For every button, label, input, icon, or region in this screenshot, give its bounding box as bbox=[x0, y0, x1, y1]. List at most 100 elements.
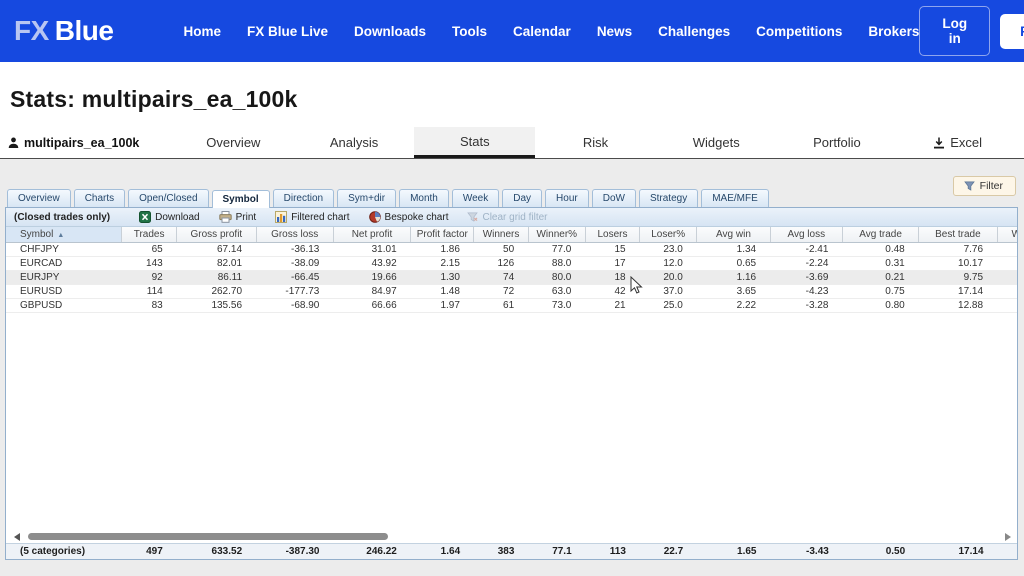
table-row-eurcad[interactable]: EURCAD 143 82.01 -38.09 43.92 2.15 126 88.0 17 12… bbox=[6, 256, 1017, 271]
cell-eurusd-profit-factor: 1.48 bbox=[410, 284, 474, 299]
subtab-charts[interactable]: Charts bbox=[73, 189, 126, 207]
column-header-gross-loss[interactable]: Gross loss bbox=[256, 227, 334, 243]
cell-chfjpy-symbol: CHFJPY bbox=[6, 242, 122, 257]
column-header-profit-factor[interactable]: Profit factor bbox=[410, 227, 475, 243]
cell-eurjpy-profit-factor: 1.30 bbox=[410, 270, 474, 285]
column-header-avg-loss[interactable]: Avg loss bbox=[770, 227, 843, 243]
cell-chfjpy-gross-profit: 67.14 bbox=[176, 242, 257, 257]
subtab-row: Overview Charts Open/Closed Symbol Direction… bbox=[5, 176, 1018, 208]
nav-link-calendar[interactable]: Calendar bbox=[513, 24, 571, 39]
account-name-tab[interactable]: multipairs_ea_100k bbox=[8, 127, 173, 158]
cell-chfjpy-worst-trade bbox=[997, 242, 1017, 257]
cell-gbpusd-avg-trade: 0.80 bbox=[842, 298, 919, 313]
fxblue-logo[interactable]: FX Blue bbox=[14, 15, 114, 47]
subtab-open-closed[interactable]: Open/Closed bbox=[128, 189, 209, 207]
tab-widgets[interactable]: Widgets bbox=[656, 127, 777, 158]
total-loser: 22.7 bbox=[663, 546, 684, 557]
column-header-loser[interactable]: Loser% bbox=[639, 227, 698, 243]
nav-link-downloads[interactable]: Downloads bbox=[354, 24, 426, 39]
tab-risk[interactable]: Risk bbox=[535, 127, 656, 158]
nav-link-competitions[interactable]: Competitions bbox=[756, 24, 842, 39]
logo-blue-text: Blue bbox=[54, 15, 114, 46]
nav-link-fx-blue-live[interactable]: FX Blue Live bbox=[247, 24, 328, 39]
subtab-symbol[interactable]: Symbol bbox=[211, 190, 270, 208]
scroll-left-arrow-icon[interactable] bbox=[14, 533, 20, 541]
cell-eurjpy-symbol: EURJPY bbox=[6, 270, 122, 285]
cell-chfjpy-losers: 15 bbox=[585, 242, 640, 257]
nav-link-home[interactable]: Home bbox=[183, 24, 221, 39]
scrollbar-thumb[interactable] bbox=[28, 533, 388, 540]
cell-eurcad-loser: 12.0 bbox=[639, 256, 697, 271]
clear-grid-filter-button[interactable]: Clear grid filter bbox=[467, 212, 548, 223]
print-button[interactable]: Print bbox=[218, 211, 256, 223]
subtab-strategy[interactable]: Strategy bbox=[638, 189, 699, 207]
horizontal-scrollbar[interactable] bbox=[8, 532, 1015, 542]
nav-link-brokers[interactable]: Brokers bbox=[868, 24, 919, 39]
subtab-month[interactable]: Month bbox=[399, 189, 449, 207]
column-header-gross-profit[interactable]: Gross profit bbox=[176, 227, 257, 243]
column-header-avg-win[interactable]: Avg win bbox=[696, 227, 771, 243]
subtab-day[interactable]: Day bbox=[502, 189, 543, 207]
download-button[interactable]: Download bbox=[139, 211, 200, 223]
cell-gbpusd-avg-win: 2.22 bbox=[696, 298, 771, 313]
column-header-winner[interactable]: Winner% bbox=[528, 227, 586, 243]
cell-eurcad-profit-factor: 2.15 bbox=[410, 256, 474, 271]
cell-eurcad-avg-win: 0.65 bbox=[696, 256, 771, 271]
nav-link-tools[interactable]: Tools bbox=[452, 24, 487, 39]
column-header-trades[interactable]: Trades bbox=[121, 227, 178, 243]
column-header-worst-trade[interactable]: Worst trade bbox=[997, 227, 1017, 243]
scroll-right-arrow-icon[interactable] bbox=[1005, 533, 1011, 541]
content-area: Overview Charts Open/Closed Symbol Direction… bbox=[0, 159, 1024, 560]
cell-eurjpy-avg-trade: 0.21 bbox=[842, 270, 919, 285]
cell-eurusd-avg-loss: -4.23 bbox=[770, 284, 843, 299]
column-header-symbol[interactable]: Symbol ▲ bbox=[6, 227, 122, 243]
subtab-hour[interactable]: Hour bbox=[545, 189, 589, 207]
subtab-sym-dir[interactable]: Sym+dir bbox=[337, 189, 397, 207]
table-row-gbpusd[interactable]: GBPUSD 83 135.56 -68.90 66.66 1.97 61 73.0 21 25.… bbox=[6, 298, 1017, 313]
subtab-dow[interactable]: DoW bbox=[591, 189, 636, 207]
filter-button[interactable]: Filter bbox=[952, 176, 1016, 196]
clear-filter-icon bbox=[467, 212, 479, 222]
subtab-week[interactable]: Week bbox=[451, 189, 500, 207]
column-header-losers[interactable]: Losers bbox=[585, 227, 641, 243]
cell-eurcad-winner: 88.0 bbox=[528, 256, 586, 271]
column-header-best-trade[interactable]: Best trade bbox=[918, 227, 998, 243]
total-worst-trade bbox=[998, 544, 1017, 559]
table-header-row: Symbol ▲ Trades Gross profit Gross loss Net p… bbox=[6, 227, 1017, 243]
top-navigation: FX Blue Home FX Blue Live Downloads Tools Cal… bbox=[0, 0, 1024, 62]
bespoke-chart-button[interactable]: Bespoke chart bbox=[368, 211, 448, 223]
table-row-chfjpy[interactable]: CHFJPY 65 67.14 -36.13 31.01 1.86 50 77.0 15 23.0… bbox=[6, 242, 1017, 257]
login-button[interactable]: Log in bbox=[919, 6, 991, 56]
total-winners: 383 bbox=[497, 546, 515, 557]
subtab-overview[interactable]: Overview bbox=[7, 189, 71, 207]
table-row-eurusd[interactable]: EURUSD 114 262.70 -177.73 84.97 1.48 72 63.0 42 3… bbox=[6, 284, 1017, 299]
column-header-winners[interactable]: Winners bbox=[473, 227, 529, 243]
subtab-mae-mfe[interactable]: MAE/MFE bbox=[701, 189, 769, 207]
total-trades: 497 bbox=[146, 546, 163, 557]
filter-label: Filter bbox=[979, 180, 1003, 192]
tab-excel[interactable]: Excel bbox=[897, 127, 1018, 158]
cell-eurcad-avg-trade: 0.31 bbox=[842, 256, 919, 271]
nav-link-news[interactable]: News bbox=[597, 24, 632, 39]
filtered-chart-label: Filtered chart bbox=[291, 211, 350, 223]
cell-chfjpy-loser: 23.0 bbox=[639, 242, 697, 257]
tab-portfolio[interactable]: Portfolio bbox=[777, 127, 898, 158]
cell-eurcad-gross-loss: -38.09 bbox=[256, 256, 334, 271]
register-button[interactable]: Register bbox=[1000, 13, 1024, 49]
filtered-chart-button[interactable]: Filtered chart bbox=[275, 211, 350, 223]
column-header-avg-trade[interactable]: Avg trade bbox=[842, 227, 920, 243]
cell-eurusd-best-trade: 17.14 bbox=[918, 284, 998, 299]
cell-eurusd-gross-profit: 262.70 bbox=[176, 284, 257, 299]
tab-overview[interactable]: Overview bbox=[173, 127, 294, 158]
nav-link-challenges[interactable]: Challenges bbox=[658, 24, 730, 39]
main-tabs: Overview Analysis Stats Risk Widgets Portfoli… bbox=[173, 127, 1018, 158]
cell-eurjpy-winners: 74 bbox=[473, 270, 529, 285]
cell-eurjpy-losers: 18 bbox=[585, 270, 640, 285]
tab-analysis[interactable]: Analysis bbox=[294, 127, 415, 158]
table-row-eurjpy[interactable]: EURJPY 92 86.11 -66.45 19.66 1.30 74 80.0 18 20.0… bbox=[6, 270, 1017, 285]
subtab-direction[interactable]: Direction bbox=[272, 189, 335, 207]
tab-excel-label: Excel bbox=[950, 135, 983, 150]
total-gross-loss: -387.30 bbox=[285, 546, 320, 557]
tab-stats[interactable]: Stats bbox=[414, 127, 536, 158]
column-header-net-profit[interactable]: Net profit bbox=[333, 227, 412, 243]
